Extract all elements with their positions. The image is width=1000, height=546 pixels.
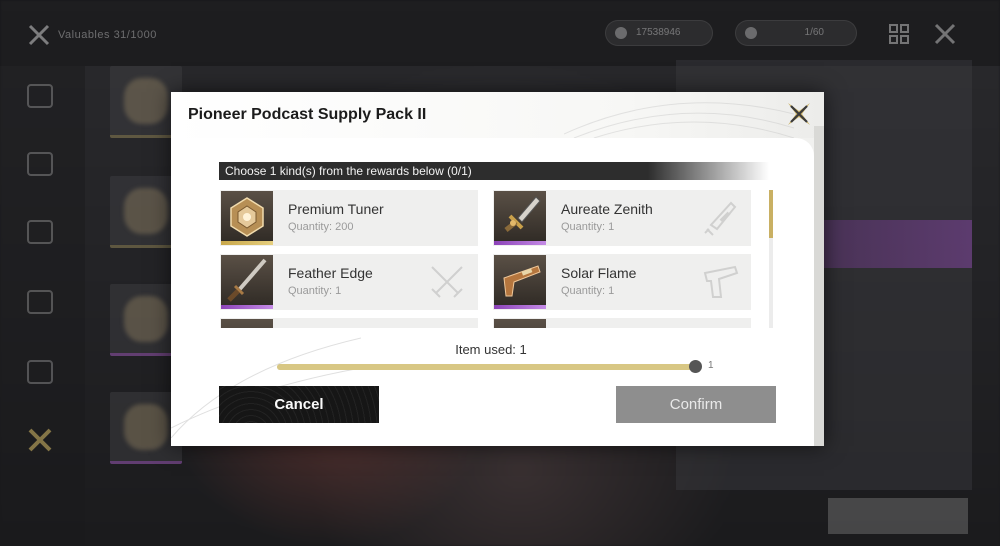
partial-item-thumbnail — [494, 319, 546, 328]
reward-list-scroll-thumb[interactable] — [769, 190, 773, 238]
item-name: Premium Tuner — [288, 201, 384, 217]
reward-item-solar-flame[interactable]: Solar Flame Quantity: 1 — [493, 254, 751, 310]
item-name: Solar Flame — [561, 265, 637, 281]
inventory-title: Valuables 31/1000 — [58, 29, 157, 41]
inventory-logo-icon — [28, 24, 50, 46]
sidebar-tab-icon[interactable] — [27, 360, 53, 384]
partial-item-thumbnail — [221, 319, 273, 328]
item-quantity: Quantity: 1 — [561, 221, 615, 233]
sword-weapon-icon — [227, 258, 267, 302]
dialog-close-icon[interactable] — [783, 98, 815, 130]
feather-edge-thumbnail — [221, 255, 273, 309]
header-decoration — [564, 102, 794, 138]
sidebar-tab-icon[interactable] — [27, 220, 53, 244]
sword-icon — [431, 266, 463, 298]
supply-pack-dialog: Pioneer Podcast Supply Pack II Choose 1 … — [171, 92, 824, 446]
aureate-zenith-thumbnail — [494, 191, 546, 245]
dialog-header: Pioneer Podcast Supply Pack II — [171, 92, 824, 138]
pistol-weapon-icon — [503, 265, 541, 297]
reward-item-premium-tuner[interactable]: Premium Tuner Quantity: 200 — [220, 190, 478, 246]
item-quantity: Quantity: 1 — [288, 285, 342, 297]
reward-list[interactable]: Premium Tuner Quantity: 200 Aureate Zeni… — [220, 190, 752, 328]
slider-max-value: 1 — [708, 360, 714, 371]
sidebar-tab-icon[interactable] — [27, 290, 53, 314]
reward-item-partial[interactable] — [493, 318, 751, 328]
item-name: Aureate Zenith — [561, 201, 653, 217]
solar-flame-thumbnail — [494, 255, 546, 309]
grid-menu-icon[interactable] — [887, 22, 911, 46]
item-quantity: Quantity: 1 — [561, 285, 615, 297]
reward-item-aureate-zenith[interactable]: Aureate Zenith Quantity: 1 — [493, 190, 751, 246]
cancel-button[interactable]: Cancel — [219, 386, 379, 423]
reward-item-feather-edge[interactable]: Feather Edge Quantity: 1 — [220, 254, 478, 310]
close-icon[interactable] — [933, 22, 957, 46]
broadblade-weapon-icon — [504, 196, 541, 232]
use-button[interactable] — [828, 498, 968, 534]
item-quantity: Quantity: 200 — [288, 221, 354, 233]
broadblade-icon — [704, 201, 737, 236]
reward-item-partial[interactable] — [220, 318, 478, 328]
valuables-tab-icon[interactable] — [27, 428, 53, 452]
tuner-thumbnail — [221, 191, 273, 245]
sidebar-tab-icon[interactable] — [27, 84, 53, 108]
quantity-slider[interactable] — [277, 364, 696, 370]
choose-instruction-bar: Choose 1 kind(s) from the rewards below … — [219, 162, 769, 180]
item-used-label: Item used: 1 — [455, 342, 527, 357]
pistol-icon — [703, 265, 739, 298]
quantity-slider-fill — [277, 364, 696, 370]
dialog-body: Choose 1 kind(s) from the rewards below … — [171, 138, 814, 446]
sidebar-tab-icon[interactable] — [27, 152, 53, 176]
currency-display-1[interactable]: 17538946 — [605, 20, 713, 46]
choose-instruction-text: Choose 1 kind(s) from the rewards below … — [225, 164, 472, 178]
category-sidebar — [0, 66, 85, 546]
confirm-button[interactable]: Confirm — [616, 386, 776, 423]
top-bar: Valuables 31/1000 17538946 1/60 — [0, 0, 1000, 66]
currency-display-2[interactable]: 1/60 — [735, 20, 857, 46]
tuner-icon — [230, 197, 264, 237]
quantity-slider-knob[interactable] — [689, 360, 702, 373]
dialog-title: Pioneer Podcast Supply Pack II — [188, 106, 427, 123]
item-name: Feather Edge — [288, 265, 373, 281]
